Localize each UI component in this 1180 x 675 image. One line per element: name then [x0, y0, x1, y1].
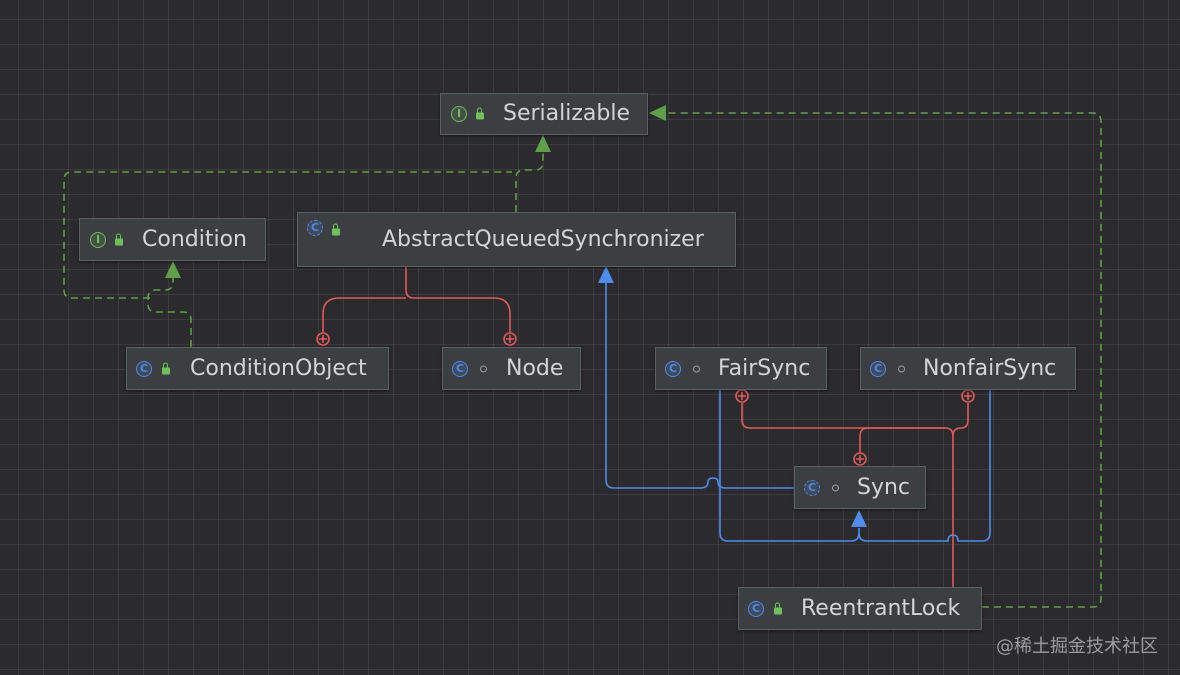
inner-class-marker-nonfairsync: [961, 389, 975, 403]
abstract-class-icon: C: [307, 220, 323, 236]
node-label: Condition: [142, 226, 247, 252]
node-serializable[interactable]: I Serializable: [440, 93, 648, 135]
public-lock-icon: [332, 223, 340, 236]
arrowhead-aqs-bottom: [598, 266, 614, 283]
node-label: AbstractQueuedSynchronizer: [382, 226, 704, 252]
inner-class-marker-fairsync: [735, 389, 749, 403]
node-node[interactable]: C Node: [442, 347, 581, 390]
inner-class-marker-sync: [853, 452, 867, 466]
public-lock-icon: [476, 107, 484, 120]
node-fair-sync[interactable]: C FairSync: [655, 347, 827, 390]
node-abstract-queued-synchronizer[interactable]: C AbstractQueuedSynchronizer: [297, 212, 736, 267]
package-private-icon: [898, 365, 905, 372]
arrowhead-condition-bottom: [165, 261, 181, 278]
package-private-icon: [832, 484, 839, 491]
public-lock-icon: [162, 362, 170, 374]
inner-class-marker-node: [503, 332, 517, 346]
public-lock-icon: [115, 233, 123, 245]
inner-class-marker-conditionobject: [316, 332, 330, 346]
node-label: NonfairSync: [923, 355, 1057, 381]
class-icon: C: [665, 360, 681, 377]
interface-icon: I: [90, 231, 106, 248]
package-private-icon: [480, 365, 487, 372]
edge-conditionobject-implements-condition: [147, 278, 192, 347]
edge-aqs-implements-serializable: [515, 152, 544, 212]
class-icon: C: [748, 600, 764, 617]
interface-icon: I: [451, 106, 467, 122]
edge-reentrantlock-inner-nonfairsync: [952, 403, 969, 437]
node-label: Serializable: [503, 101, 631, 126]
arrowhead-sync-bottom: [851, 510, 867, 527]
package-private-icon: [693, 365, 700, 372]
node-reentrant-lock[interactable]: C ReentrantLock: [738, 587, 982, 630]
node-label: ConditionObject: [190, 355, 367, 381]
class-icon: C: [136, 360, 152, 377]
arrowhead-serializable-right: [649, 105, 666, 121]
edge-reentrantlock-inner-sync: [859, 427, 945, 452]
class-icon: C: [452, 360, 468, 377]
class-icon: C: [870, 360, 886, 377]
node-sync[interactable]: C Sync: [794, 466, 926, 509]
arrowhead-serializable-bottom: [535, 135, 551, 152]
node-label: Sync: [857, 474, 911, 500]
node-label: Node: [506, 355, 564, 381]
abstract-class-icon: C: [804, 479, 820, 496]
edge-aqs-inner-node: [322, 297, 406, 332]
node-condition-object[interactable]: C ConditionObject: [126, 347, 389, 390]
edge-aqs-inner-conditionobject: [405, 267, 511, 332]
node-label: FairSync: [718, 355, 811, 381]
node-condition[interactable]: I Condition: [79, 218, 266, 261]
node-label: ReentrantLock: [801, 595, 961, 621]
watermark: @稀土掘金技术社区: [996, 636, 1158, 657]
node-nonfair-sync[interactable]: C NonfairSync: [860, 347, 1076, 390]
public-lock-icon: [774, 602, 782, 614]
